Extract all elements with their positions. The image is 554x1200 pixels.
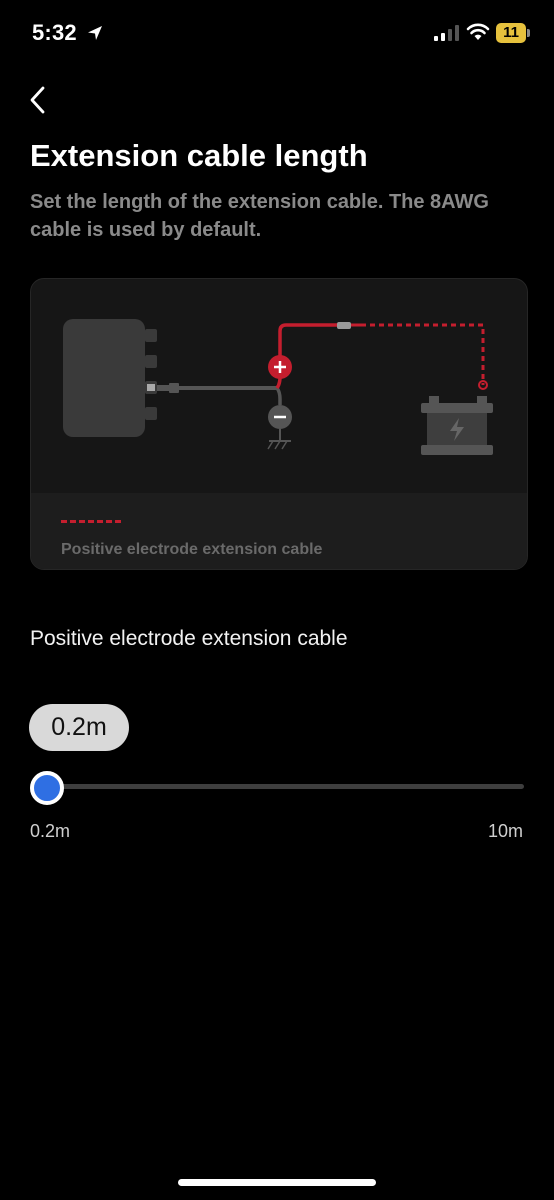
chevron-left-icon [30,86,45,114]
status-time: 5:32 [32,20,77,45]
cable-setting-label: Positive electrode extension cable [30,627,348,650]
slider-max-label: 10m [487,821,523,841]
wiring-diagram [63,319,493,455]
legend-label: Positive electrode extension cable [61,541,323,558]
battery-charging-icon: 11 [496,23,530,43]
battery-nub [527,29,530,37]
slider-track[interactable] [30,784,524,789]
minus-terminal-icon [268,405,292,429]
ground-icon [267,429,291,450]
device-icon [63,319,179,437]
battery-icon [421,396,493,455]
legend-dashed-line [61,520,121,523]
page-subtitle: Set the length of the extension cable. T… [30,191,489,241]
length-slider[interactable] [30,770,524,805]
home-indicator[interactable] [178,1179,376,1186]
wiring-diagram-card: Positive electrode extension cable [30,278,528,570]
location-arrow-icon [88,26,102,40]
cellular-signal-icon [434,25,459,41]
slider-min-label: 0.2m [30,821,71,841]
page-title: Extension cable length [30,138,368,173]
battery-percent: 11 [503,24,519,41]
length-value-badge: 0.2m [29,704,129,751]
plus-terminal-icon [268,355,292,379]
wifi-icon [466,23,490,40]
status-bar: 5:32 11 [0,0,554,70]
back-button[interactable] [22,82,58,118]
slider-thumb[interactable] [30,771,64,805]
diagram-legend: Positive electrode extension cable [31,493,527,569]
